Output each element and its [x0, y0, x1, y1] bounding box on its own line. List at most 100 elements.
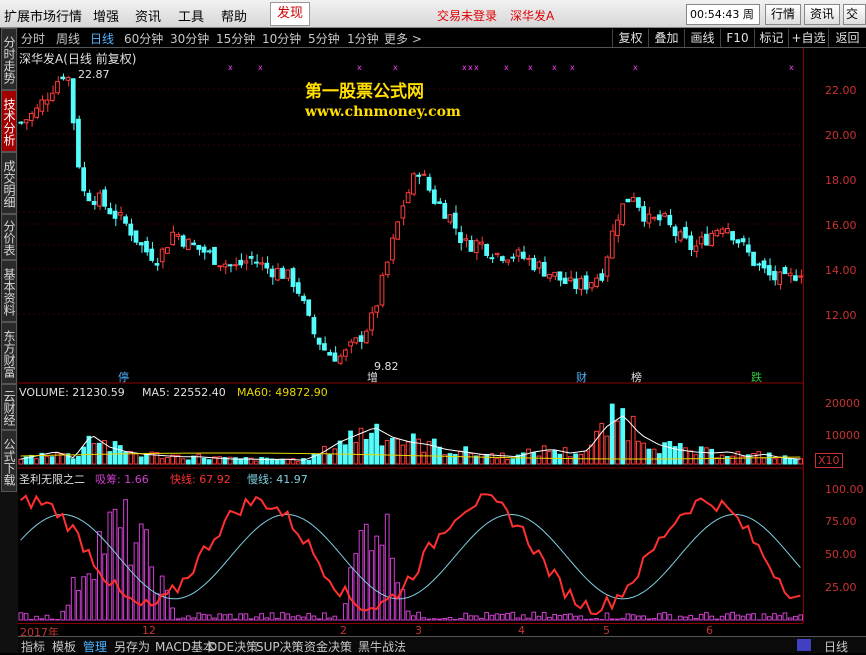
sidebar-tab-yuncaijing[interactable]: 云财经: [1, 384, 17, 430]
candle-body: [631, 198, 635, 202]
sidebar-tab-fundamentals[interactable]: 基本资料: [1, 260, 17, 322]
absorb-bar: [767, 617, 771, 620]
candle-body: [453, 213, 457, 228]
volume-bar: [349, 431, 353, 464]
absorb-bar: [558, 616, 562, 620]
absorb-bar: [511, 612, 515, 620]
sidebar-tab-intraday[interactable]: 分时走势: [1, 28, 17, 90]
candle-body: [176, 235, 180, 237]
candle-body: [29, 113, 33, 120]
sidebar-tab-price-table[interactable]: 分价表: [1, 214, 17, 260]
period-10min[interactable]: 10分钟: [262, 30, 301, 47]
absorb-bar: [213, 618, 217, 620]
absorb-bar: [574, 616, 578, 620]
absorb-bar: [275, 618, 279, 620]
menu-item-news[interactable]: 资讯: [135, 6, 161, 25]
event-marker-drop[interactable]: 跌: [750, 369, 763, 385]
menu-item-extended-market[interactable]: 扩展市场行情: [4, 6, 82, 25]
menu-item-help[interactable]: 帮助: [221, 6, 247, 25]
candle-body: [459, 233, 463, 243]
absorb-bar: [788, 618, 792, 620]
menu-item-enhance[interactable]: 增强: [93, 6, 119, 25]
draw-button[interactable]: 画线: [684, 29, 720, 47]
period-daily[interactable]: 日线: [90, 30, 114, 47]
period-intraday[interactable]: 分时: [21, 30, 45, 47]
absorb-bar: [631, 615, 635, 620]
adjust-button[interactable]: 复权: [612, 29, 648, 47]
volume-bar: [166, 458, 170, 464]
event-marker-increase[interactable]: 增: [366, 369, 379, 385]
candle-body: [45, 100, 49, 104]
menu-item-tools[interactable]: 工具: [178, 6, 204, 25]
absorb-bar: [249, 619, 253, 620]
absorb-bar: [87, 574, 91, 620]
absorb-bar: [694, 618, 698, 620]
event-marker-list[interactable]: 榜: [630, 369, 643, 385]
candle-body: [359, 336, 363, 342]
bottom-tab-template[interactable]: 模板: [52, 638, 76, 655]
period-60min[interactable]: 60分钟: [124, 30, 163, 47]
absorb-bar: [506, 613, 510, 620]
overlay-button[interactable]: 叠加: [648, 29, 684, 47]
sidebar-tab-trades[interactable]: 成交明细: [1, 152, 17, 214]
period-1min[interactable]: 1分钟: [347, 30, 379, 47]
f10-button[interactable]: F10: [720, 29, 754, 47]
sidebar-tab-formula-download[interactable]: 公式下载: [1, 430, 17, 492]
chart-area[interactable]: xxxxxxxxxxxxx: [18, 48, 803, 623]
absorb-bar: [616, 619, 620, 620]
volume-bar: [406, 442, 410, 464]
bottom-tab-dde[interactable]: DDE决策: [208, 638, 258, 655]
absorb-bar: [480, 618, 484, 620]
volume-bar: [82, 447, 86, 464]
volume-bar: [605, 436, 609, 464]
absorb-bar: [799, 615, 803, 620]
info-button[interactable]: 资讯: [804, 4, 840, 25]
candle-body: [364, 331, 368, 343]
price-tick: 18.00: [825, 174, 857, 187]
period-30min[interactable]: 30分钟: [170, 30, 209, 47]
period-5min[interactable]: 5分钟: [308, 30, 340, 47]
trade-button[interactable]: 交易: [843, 4, 866, 25]
volume-bar: [155, 453, 159, 464]
absorb-bar: [391, 558, 395, 620]
absorb-bar: [323, 613, 327, 620]
absorb-bar: [24, 614, 28, 620]
sidebar-tab-technical[interactable]: 技术分析: [1, 90, 17, 152]
bottom-tab-black-bull[interactable]: 黑牛战法: [358, 638, 406, 655]
bottom-tab-save-as[interactable]: 另存为: [114, 638, 150, 655]
absorb-bar: [469, 616, 473, 620]
volume-bar: [762, 458, 766, 464]
discover-button[interactable]: 发现: [270, 2, 310, 26]
candle-body: [746, 245, 750, 252]
signal-marker-icon: x: [552, 63, 557, 72]
absorb-bar: [537, 616, 541, 620]
volume-bar: [794, 459, 798, 464]
candle-body: [616, 220, 620, 235]
absorb-bar: [532, 612, 536, 620]
event-marker-finance[interactable]: 财: [575, 369, 588, 385]
sidebar-tab-eastmoney[interactable]: 东方财富: [1, 322, 17, 384]
volume-bar: [542, 446, 546, 464]
period-more[interactable]: 更多 >: [384, 30, 422, 47]
bottom-tab-sup[interactable]: SUP决策: [256, 638, 304, 655]
event-marker-suspend[interactable]: 停: [117, 369, 130, 385]
bottom-tab-manage[interactable]: 管理: [83, 638, 107, 655]
bottom-tab-macd[interactable]: MACD基本: [155, 638, 215, 655]
bottom-tab-fund[interactable]: 资金决策: [304, 638, 352, 655]
mark-button[interactable]: 标记: [754, 29, 788, 47]
candle-body: [548, 274, 552, 278]
volume-label: VOLUME: 21230.59: [19, 386, 125, 399]
candle-body: [736, 240, 740, 243]
bottom-tab-indicator[interactable]: 指标: [21, 638, 45, 655]
add-watchlist-button[interactable]: +自选: [788, 29, 828, 47]
period-weekly[interactable]: 周线: [56, 30, 80, 47]
candle-body: [474, 241, 478, 253]
bottom-period-label[interactable]: 日线: [824, 638, 848, 655]
scroll-toggle-icon[interactable]: [797, 639, 811, 651]
quote-button[interactable]: 行情: [765, 4, 801, 25]
candle-body: [239, 260, 243, 264]
candle-body: [317, 338, 321, 344]
period-15min[interactable]: 15分钟: [216, 30, 255, 47]
back-button[interactable]: 返回: [828, 29, 866, 47]
candle-body: [192, 243, 196, 245]
